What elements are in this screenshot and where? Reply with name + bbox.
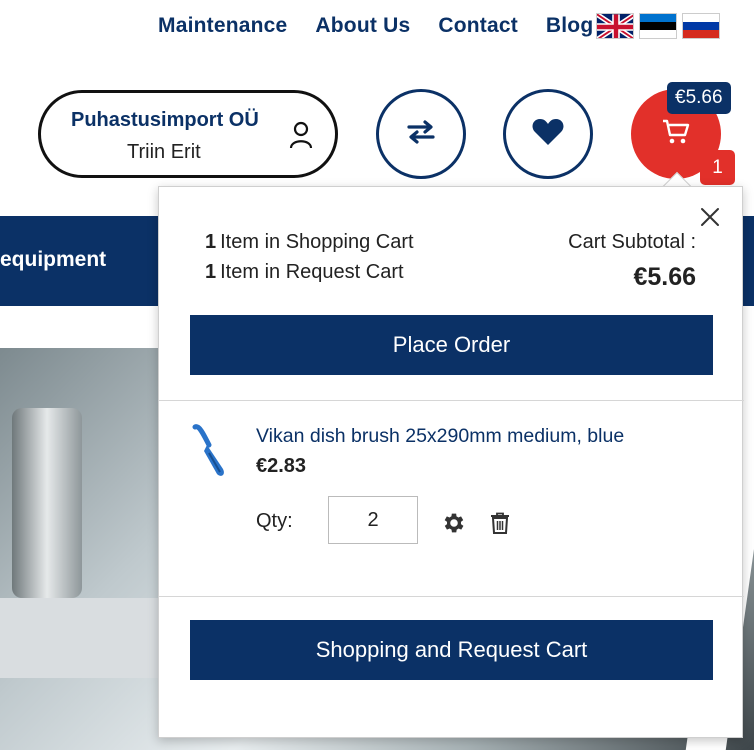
cart-icon [662,119,690,150]
qty-input[interactable] [328,496,418,544]
product-price: €2.83 [256,455,307,477]
product-thumbnail[interactable] [189,423,233,479]
shopping-cart-label: Item in Shopping Cart [220,231,414,253]
account-company: Puhastusimport OÜ [71,109,259,131]
flag-en-icon[interactable] [596,13,634,39]
nav-link-maintenance[interactable]: Maintenance [158,14,287,38]
cart-subtotal: Cart Subtotal : €5.66 [568,227,696,292]
minicart-counts: 1 Item in Shopping Cart 1 Item in Request … [205,227,414,287]
nav-link-about-us[interactable]: About Us [315,14,410,38]
nav-link-contact[interactable]: Contact [438,14,518,38]
wishlist-button[interactable] [503,89,593,179]
cart-count-badge: 1 [700,150,735,185]
compare-button[interactable] [376,89,466,179]
shopping-cart-count-line: 1 Item in Shopping Cart [205,227,414,257]
top-nav: Maintenance About Us Contact Blog [158,14,621,38]
qty-label: Qty: [256,510,293,532]
compare-icon [406,119,436,150]
gear-icon[interactable] [441,510,467,541]
language-switcher [596,13,720,39]
request-cart-count-line: 1 Item in Request Cart [205,257,414,287]
flag-ru-icon[interactable] [682,13,720,39]
nav-link-blog[interactable]: Blog [546,14,593,38]
request-cart-count: 1 [205,261,217,283]
hero-faucet [12,408,82,598]
close-icon[interactable] [698,205,722,229]
heart-icon [532,118,564,151]
request-cart-label: Item in Request Cart [220,261,404,283]
view-cart-button[interactable]: Shopping and Request Cart [190,620,713,680]
product-name-link[interactable]: Vikan dish brush 25x290mm medium, blue [256,425,624,448]
subtotal-label: Cart Subtotal : [568,231,696,253]
user-icon [289,121,313,154]
place-order-button[interactable]: Place Order [190,315,713,375]
divider [159,400,744,401]
minicart-dropdown: 1 Item in Shopping Cart 1 Item in Request … [158,186,744,738]
cart-total-badge: €5.66 [667,82,731,114]
account-button[interactable]: Puhastusimport OÜ Triin Erit [38,90,338,178]
divider [159,596,744,597]
subtotal-amount: €5.66 [633,263,696,291]
category-link[interactable]: equipment [0,248,106,272]
trash-icon[interactable] [490,512,510,539]
shopping-cart-count: 1 [205,231,217,253]
flag-et-icon[interactable] [639,13,677,39]
account-user-name: Triin Erit [127,141,201,163]
